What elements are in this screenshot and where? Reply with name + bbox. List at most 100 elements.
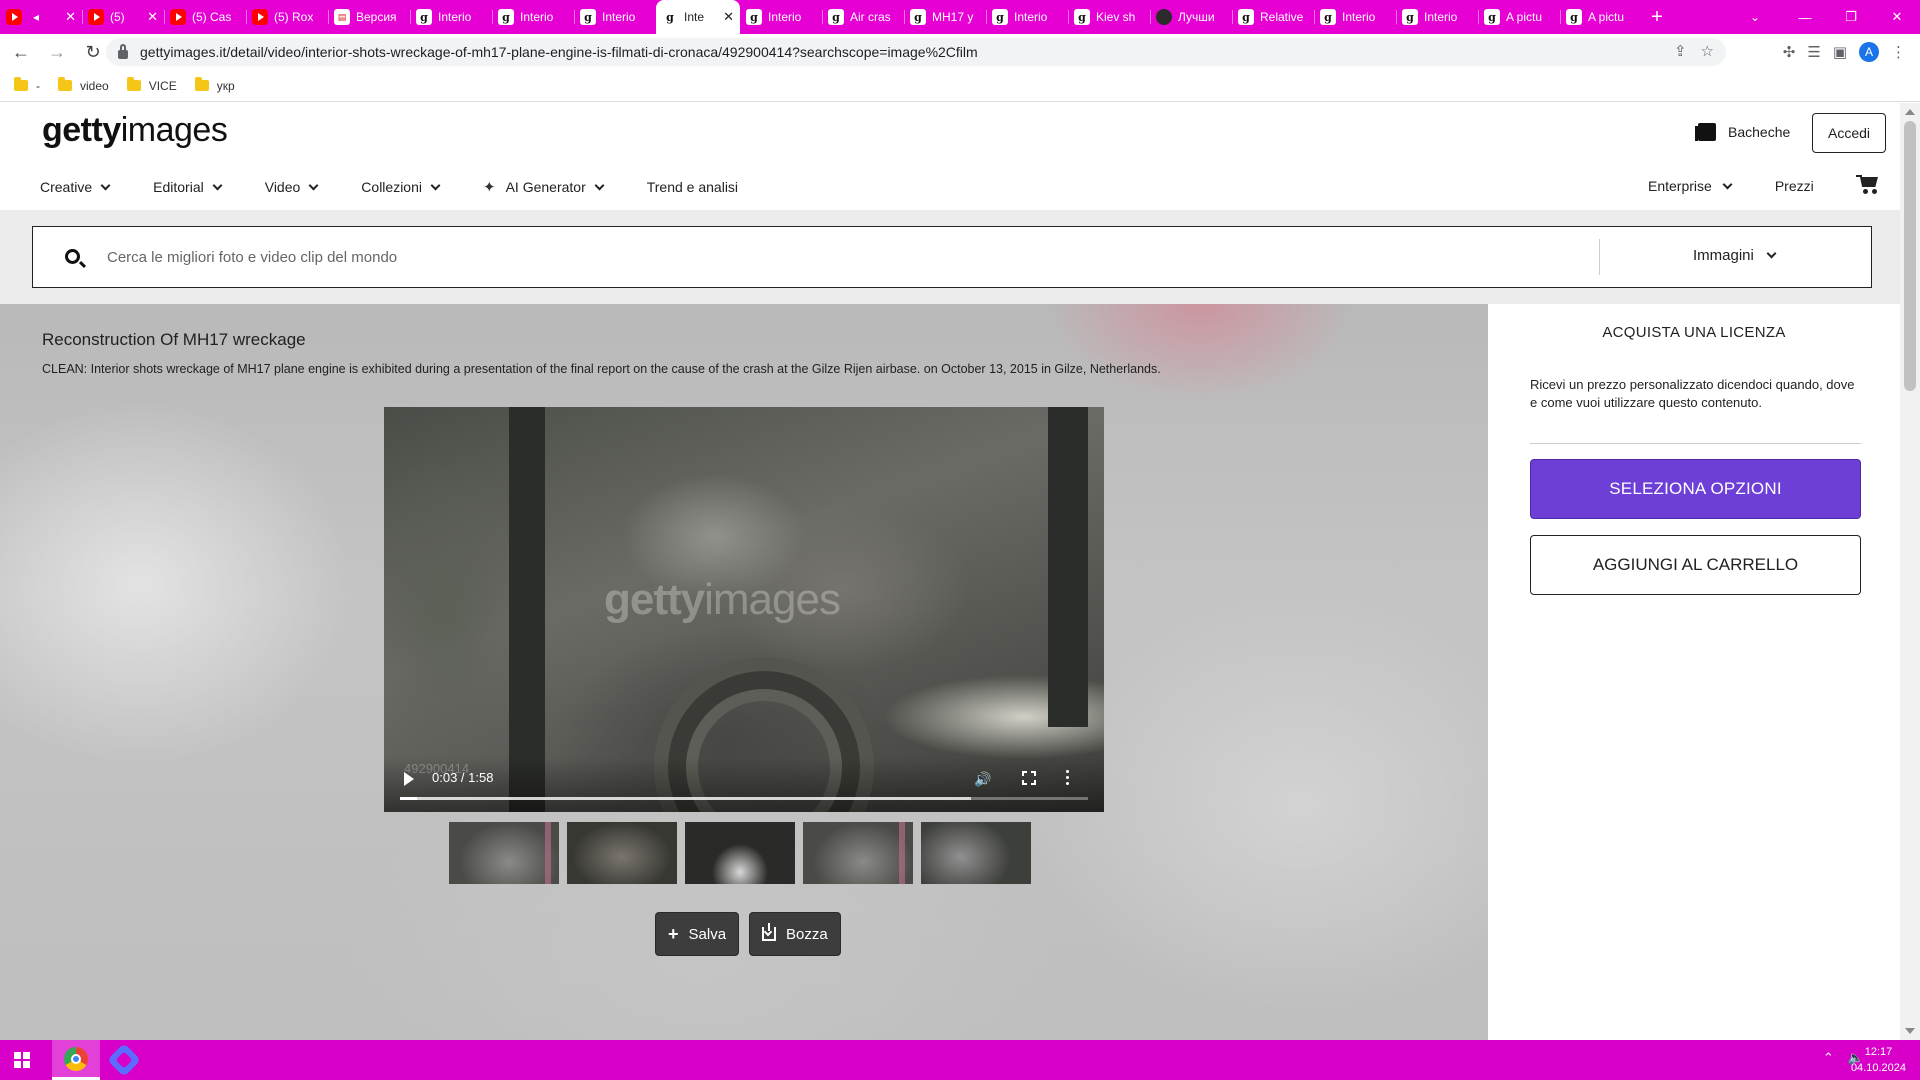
search-scope-dropdown[interactable]: Immagini [1693,247,1777,264]
tab-close-icon[interactable]: ✕ [723,9,734,25]
media-queue-icon[interactable]: ☰ [1807,43,1820,61]
nav-editorial[interactable]: Editorial [153,179,223,195]
search-input[interactable] [107,237,1307,277]
progress-bar[interactable] [400,797,1088,800]
bookmark-item[interactable]: video [58,77,109,93]
side-panel-icon[interactable]: ▣ [1833,43,1847,61]
save-label: Salva [688,925,727,943]
share-icon[interactable]: ⇪ [1674,42,1687,60]
browser-tab[interactable]: g Interio [986,0,1068,34]
boards-link[interactable]: Bacheche [1695,123,1790,141]
video-player[interactable]: gettyimages 492900414 0:03 / 1:58 🔊 [384,407,1104,812]
taskbar-app[interactable] [100,1040,148,1080]
browser-tab[interactable]: g Kiev sh [1068,0,1150,34]
save-button[interactable]: + Salva [655,912,740,956]
tab-audio-icon[interactable]: ◂ [28,9,44,25]
comp-download-button[interactable]: Bozza [749,912,841,956]
scroll-down-icon[interactable] [1905,1028,1915,1034]
nav-trends-label: Trend e analisi [646,179,739,195]
new-tab-button[interactable]: + [1642,6,1672,29]
bookmark-item[interactable]: - [14,77,40,93]
volume-icon[interactable]: 🔊 [974,771,991,788]
taskbar-chrome[interactable] [52,1040,100,1080]
select-options-button[interactable]: SELEZIONA OPZIONI [1530,459,1861,519]
address-bar[interactable]: gettyimages.it/detail/video/interior-sho… [106,38,1726,66]
browser-tab[interactable]: g Relative [1232,0,1314,34]
bookmark-label: VICE [148,78,177,93]
browser-tab[interactable]: g Interio [1396,0,1478,34]
page-scrollbar[interactable] [1900,103,1920,1040]
search-icon[interactable] [65,249,80,264]
video-frame-pillar [509,407,545,812]
nav-creative[interactable]: Creative [40,179,111,195]
getty-icon: g [662,9,678,25]
nav-enterprise[interactable]: Enterprise [1648,178,1733,194]
browser-tab[interactable]: g Interio [740,0,822,34]
browser-tab[interactable]: g Air cras [822,0,904,34]
add-to-cart-button[interactable]: AGGIUNGI AL CARRELLO [1530,535,1861,595]
windows-start-icon[interactable] [14,1052,30,1068]
browser-tab[interactable]: (5) Cas [164,0,246,34]
thumbnail-5[interactable] [921,822,1031,884]
browser-tab[interactable]: g Interio [1314,0,1396,34]
nav-ai-generator[interactable]: ✦ AI Generator [483,178,605,196]
browser-tab[interactable]: ◂ ✕ [0,0,82,34]
close-window-icon[interactable]: ✕ [1874,0,1920,34]
comp-label: Bozza [786,925,828,943]
thumbnail-3[interactable] [685,822,795,884]
reload-icon[interactable]: ↻ [78,37,108,67]
extensions-puzzle-icon[interactable]: ✣ [1783,43,1796,61]
thumbnail-1[interactable] [449,822,559,884]
nav-video[interactable]: Video [264,179,319,195]
restore-icon[interactable]: ❐ [1828,0,1874,34]
bookmark-star-icon[interactable]: ☆ [1701,42,1714,60]
bookmark-item[interactable]: VICE [126,77,177,93]
show-desktop[interactable] [1912,1040,1920,1080]
tab-close-icon[interactable]: ✕ [65,9,76,25]
browser-tab[interactable]: g Interio [492,0,574,34]
tab-close-icon[interactable]: ✕ [147,9,158,25]
browser-menu-icon[interactable]: ⋮ [1891,43,1906,61]
gettyimages-logo[interactable]: gettyimages [42,111,228,150]
more-options-icon[interactable] [1066,770,1070,786]
forward-icon[interactable]: → [42,37,72,67]
browser-tab[interactable]: (5) ✕ [82,0,164,34]
lock-icon[interactable] [118,43,128,59]
nav-trends[interactable]: Trend e analisi [647,179,738,195]
browser-tab[interactable]: g MH17 y [904,0,986,34]
license-panel: ACQUISTA UNA LICENZA Ricevi un prezzo pe… [1488,304,1900,1040]
nav-video-label: Video [264,179,301,195]
getty-icon: g [746,9,762,25]
browser-tab[interactable]: ▤ Версия [328,0,410,34]
scroll-up-icon[interactable] [1905,109,1915,115]
browser-tab[interactable]: g Inte ✕ [656,0,740,34]
profile-avatar[interactable]: A [1859,42,1879,62]
license-description: Ricevi un prezzo personalizzato dicendoc… [1530,377,1855,410]
nav-pricing[interactable]: Prezzi [1775,178,1814,194]
youtube-icon [6,9,22,25]
thumbnail-4[interactable] [803,822,913,884]
cart-icon[interactable] [1856,175,1878,194]
back-icon[interactable]: ← [6,37,36,67]
nav-collections[interactable]: Collezioni [361,179,441,195]
browser-tab[interactable]: g Interio [574,0,656,34]
license-title: ACQUISTA UNA LICENZA [1602,324,1786,341]
browser-tab[interactable]: Лучши [1150,0,1232,34]
fullscreen-icon[interactable] [1022,771,1036,785]
play-icon[interactable] [404,772,414,786]
taskbar-clock[interactable]: 12:17 04.10.2024 [1851,1044,1906,1076]
browser-tab[interactable]: g Interio [410,0,492,34]
browser-tab[interactable]: g A pictu [1478,0,1560,34]
cube-icon [1156,9,1172,25]
bookmark-item[interactable]: укр [194,77,235,93]
thumbnail-2[interactable] [567,822,677,884]
browser-tab[interactable]: (5) Rox [246,0,328,34]
browser-tab[interactable]: g A pictu [1560,0,1642,34]
tab-search-icon[interactable]: ⌄ [1740,0,1770,34]
folder-icon [14,77,28,91]
minimize-icon[interactable]: — [1782,0,1828,34]
tray-chevron-icon[interactable]: ⌃ [1823,1050,1834,1066]
login-button[interactable]: Accedi [1812,113,1886,153]
scrollbar-thumb[interactable] [1904,121,1916,391]
tab-title: Interio [1342,10,1376,24]
